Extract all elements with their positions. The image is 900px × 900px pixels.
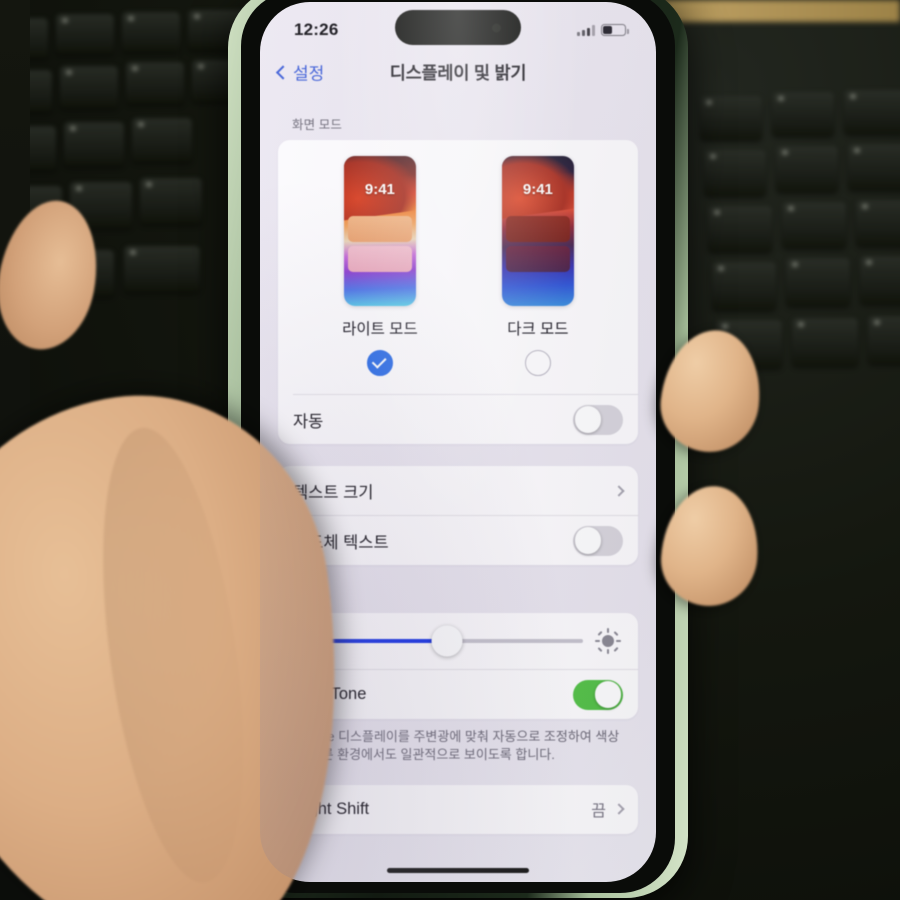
appearance-group: 9:41 라이트 모드 9:41 다크 모드 자동 — [278, 140, 638, 444]
home-indicator — [387, 868, 529, 873]
mode-option-light[interactable]: 9:41 라이트 모드 — [342, 156, 418, 376]
automatic-label: 자동 — [293, 412, 324, 431]
chevron-left-icon — [275, 64, 291, 80]
preview-card — [347, 216, 412, 242]
preview-card — [347, 246, 412, 272]
chevron-right-icon — [613, 484, 625, 497]
automatic-toggle[interactable] — [573, 404, 623, 435]
brightness-section-header: 밝기 — [278, 565, 638, 613]
battery-icon — [601, 24, 629, 36]
navigation-bar: 설정 디스플레이 및 밝기 — [260, 48, 656, 96]
back-button[interactable]: 설정 — [275, 60, 325, 85]
mode-options: 9:41 라이트 모드 9:41 다크 모드 — [278, 156, 638, 376]
signal-bars-icon — [577, 24, 595, 36]
page-title: 디스플레이 및 밝기 — [389, 62, 527, 83]
night-shift-group: Night Shift 끔 — [278, 784, 638, 834]
appearance-section-header: 화면 모드 — [292, 118, 342, 132]
appearance-picker: 9:41 라이트 모드 9:41 다크 모드 — [278, 140, 638, 380]
dynamic-island — [395, 10, 521, 45]
photo-scene: 12:26 설정 디스플레이 및 밝기 화면 모드 9:41 라이트 모드 9:… — [0, 0, 900, 900]
preview-card — [505, 246, 570, 272]
preview-time-dark: 9:41 — [522, 181, 553, 198]
radio-dark-mode[interactable] — [524, 350, 551, 376]
light-mode-preview: 9:41 — [343, 156, 416, 306]
text-group: 텍스트 크기 볼드체 텍스트 — [278, 466, 638, 565]
row-text-size[interactable]: 텍스트 크기 — [278, 466, 638, 515]
row-automatic[interactable]: 자동 — [278, 395, 638, 444]
mode-label-dark: 다크 모드 — [507, 321, 569, 338]
status-bar: 12:26 — [260, 2, 656, 48]
brightness-track[interactable] — [327, 625, 583, 657]
row-night-shift[interactable]: Night Shift 끔 — [278, 785, 638, 834]
mode-option-dark[interactable]: 9:41 다크 모드 — [501, 156, 574, 376]
brightness-knob[interactable] — [431, 625, 463, 657]
night-shift-accessory: 끔 — [591, 797, 625, 821]
status-time: 12:26 — [294, 20, 339, 39]
preview-time-light: 9:41 — [364, 181, 395, 198]
back-button-label: 설정 — [293, 64, 325, 84]
mode-label-light: 라이트 모드 — [342, 321, 418, 338]
dark-mode-preview: 9:41 — [501, 156, 574, 306]
true-tone-toggle[interactable] — [573, 679, 623, 710]
sun-large-icon — [595, 628, 621, 654]
text-size-label: 텍스트 크기 — [293, 483, 374, 502]
text-size-accessory — [613, 484, 625, 497]
status-right — [577, 24, 629, 36]
radio-light-mode[interactable] — [366, 350, 393, 376]
preview-card — [505, 216, 570, 242]
brightness-fill — [327, 639, 448, 643]
bold-text-toggle[interactable] — [573, 525, 623, 556]
chevron-right-icon — [613, 803, 625, 816]
night-shift-value: 끔 — [591, 803, 606, 821]
row-bold-text[interactable]: 볼드체 텍스트 — [278, 516, 638, 565]
